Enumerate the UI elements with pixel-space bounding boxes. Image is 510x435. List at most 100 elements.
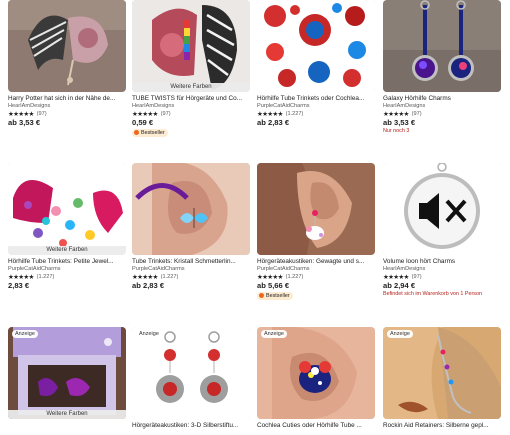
rating-count: (97) [36,111,47,117]
listing-title[interactable]: Tube Trinkets: Kristall Schmetterlin... [132,258,250,266]
listing-image[interactable] [257,0,375,92]
listing-title[interactable]: TUBE TWISTS für Hörgeräte und Co... [132,95,250,103]
price: 0,59 € [132,118,154,127]
price: 2,83 € [8,281,30,290]
rating-count: (1.227) [285,274,304,280]
more-colors-label: Weitere Farben [8,410,126,419]
price: ab 5,66 € [257,281,290,290]
cart-note: Befindet sich im Warenkorb von 1 Person [383,291,482,297]
tube-twists-photo [132,0,250,92]
rating-count: (97) [411,274,422,280]
listing-card[interactable]: Weitere Farben Hörhilfe Tube Trinkets: P… [8,163,126,291]
listing-title[interactable]: Hörhilfe Tube Trinkets: Petite Jewel... [8,258,126,266]
listing-image[interactable]: Anzeige Weitere Farben [8,327,126,419]
listing-card[interactable]: Anzeige Rockin Aid Retainers: Silberne g… [383,327,501,430]
hearing-aid-charm-photo [8,0,126,92]
price: ab 3,53 € [8,118,41,127]
listing-title[interactable]: Hörgeräteakustiken: 3-D Silberstiftu... [132,422,250,430]
low-stock-note: Nur noch 3 [383,128,410,134]
star-rating-icon: ★★★★★ [383,274,409,281]
listing-card[interactable]: Anzeige Weitere Farben [8,327,126,419]
rating: ★★★★★ (1.227) [8,273,126,281]
shop-name[interactable]: PurpleCatAidCharms [257,103,375,110]
rating: ★★★★★ (97) [383,273,501,281]
listing-image[interactable] [257,163,375,255]
3d-silver-charm-photo [132,327,250,419]
star-rating-icon: ★★★★★ [132,274,158,281]
bestseller-badge: Bestseller [257,292,293,300]
listing-card[interactable]: Hörgeräteakustiken: Gewagte und s... Pur… [257,163,375,300]
listing-image[interactable]: Anzeige [132,327,250,419]
shop-name[interactable]: HearIAmDesigns [132,103,250,110]
shop-name[interactable]: PurpleCatAidCharms [257,266,375,273]
listing-card[interactable]: Anzeige Cochlea Cuties oder Hörhilfe Tub… [257,327,375,430]
rating-count: (1.227) [160,274,179,280]
listing-image[interactable]: Weitere Farben [132,0,250,92]
listing-card[interactable]: Anzeige Hörgeräteakustiken: 3-D Silberst… [132,327,250,430]
bestseller-label: Bestseller [266,293,290,299]
galaxy-charms-photo [383,0,501,92]
listing-card[interactable]: Galaxy Hörhilfe Charms HearIAmDesigns ★★… [383,0,501,135]
unicorn-charm-photo [257,163,375,255]
star-rating-icon: ★★★★★ [132,111,158,118]
price: ab 2,83 € [257,118,290,127]
listing-grid: Harry Potter hat sich in der Nähe de... … [0,0,510,435]
butterfly-trinket-photo [132,163,250,255]
ribbon-icon [259,292,264,298]
listing-card[interactable]: Tube Trinkets: Kristall Schmetterlin... … [132,163,250,291]
rating: ★★★★★ (97) [383,110,501,118]
listing-image[interactable]: Anzeige [257,327,375,419]
listing-title[interactable]: Galaxy Hörhilfe Charms [383,95,501,103]
bestseller-badge: Bestseller [132,129,168,137]
listing-title[interactable]: Hörgeräteakustiken: Gewagte und s... [257,258,375,266]
listing-image[interactable] [383,0,501,92]
listing-title[interactable]: Volume loon hört Charms [383,258,501,266]
rating-count: (97) [411,111,422,117]
listing-title[interactable]: Hörhilfe Tube Trinkets oder Cochlea... [257,95,375,103]
listing-image[interactable] [383,163,501,255]
listing-image[interactable]: Weitere Farben [8,163,126,255]
listing-card[interactable]: Hörhilfe Tube Trinkets oder Cochlea... P… [257,0,375,128]
price: ab 3,53 € [383,118,416,127]
shop-name[interactable]: PurpleCatAidCharms [8,266,126,273]
rating-count: (97) [160,111,171,117]
rating-count: (1.227) [36,274,55,280]
shop-name[interactable]: PurpleCatAidCharms [132,266,250,273]
listing-image[interactable] [132,163,250,255]
listing-card[interactable]: Weitere Farben TUBE TWISTS für Hörgeräte… [132,0,250,137]
volume-icon-charm-photo [383,163,501,255]
listing-title[interactable]: Rockin Aid Retainers: Silberne gepl... [383,422,501,430]
petite-jewel-photo [8,163,126,255]
ad-label: Anzeige [12,330,38,338]
star-rating-icon: ★★★★★ [8,111,34,118]
shop-name[interactable]: HearIAmDesigns [383,266,501,273]
rating: ★★★★★ (97) [132,110,250,118]
cochlea-cuties-photo [257,327,375,419]
listing-image[interactable]: Anzeige [383,327,501,419]
rockin-retainers-photo [383,327,501,419]
bestseller-label: Bestseller [141,130,165,136]
star-rating-icon: ★★★★★ [257,274,283,281]
rating: ★★★★★ (1.227) [257,110,375,118]
ad-label: Anzeige [261,330,287,338]
rating-count: (1.227) [285,111,304,117]
more-colors-label: Weitere Farben [8,246,126,255]
rating: ★★★★★ (1.227) [257,273,375,281]
star-rating-icon: ★★★★★ [383,111,409,118]
listing-title[interactable]: Harry Potter hat sich in der Nähe de... [8,95,126,103]
price: ab 2,83 € [132,281,165,290]
star-rating-icon: ★★★★★ [257,111,283,118]
listing-image[interactable] [8,0,126,92]
shop-name[interactable]: HearIAmDesigns [383,103,501,110]
listing-card[interactable]: Harry Potter hat sich in der Nähe de... … [8,0,126,128]
spiderman-trinkets-photo [257,0,375,92]
price: ab 2,94 € [383,281,416,290]
listing-title[interactable]: Cochlea Cuties oder Hörhilfe Tube ... [257,422,375,430]
jewelry-box-photo [8,327,126,419]
ad-label: Anzeige [387,330,413,338]
rating: ★★★★★ (1.227) [132,273,250,281]
shop-name[interactable]: HearIAmDesigns [8,103,126,110]
listing-card[interactable]: Volume loon hört Charms HearIAmDesigns ★… [383,163,501,298]
more-colors-label: Weitere Farben [132,83,250,92]
star-rating-icon: ★★★★★ [8,274,34,281]
